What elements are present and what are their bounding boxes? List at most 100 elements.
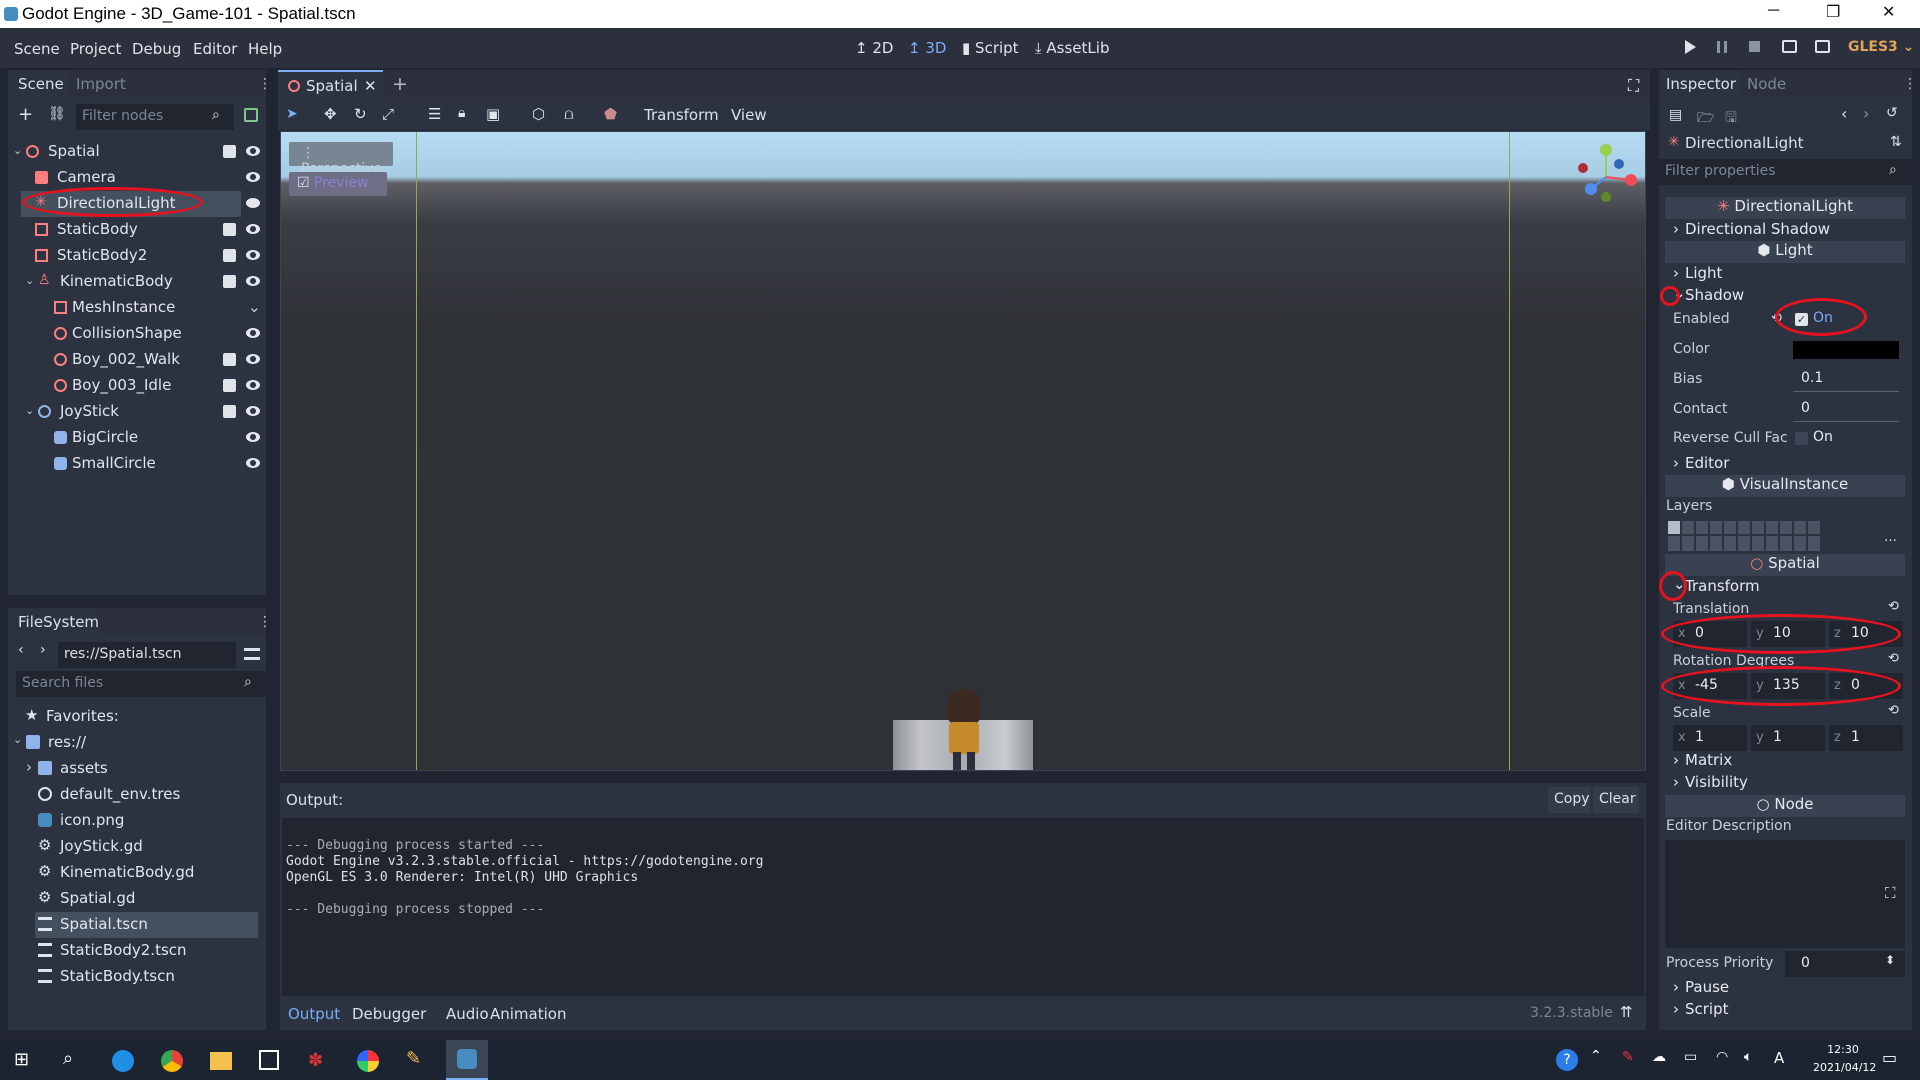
group-pause[interactable]: › Pause [1665,977,1905,999]
dock-menu-icon[interactable]: ⋮ [1903,76,1917,92]
close-tab-icon[interactable]: ✕ [364,77,377,95]
menu-project[interactable]: Project [70,40,121,58]
visibility-eye-icon[interactable] [246,276,260,286]
add-node-icon[interactable]: + [18,104,33,125]
save-icon[interactable]: 🖫 [1725,107,1737,131]
workspace-script-button[interactable]: ▮ Script [962,39,1019,57]
forward-icon[interactable]: › [40,642,46,658]
layer-1-active[interactable] [1668,521,1680,534]
visibility-eye-icon[interactable] [246,224,260,234]
revert-icon[interactable]: ⟲ [1888,703,1899,718]
help-icon[interactable]: ? [1556,1049,1578,1071]
favorites-item[interactable]: ★ Favorites: [8,704,263,730]
group-matrix[interactable]: › Matrix [1665,750,1905,772]
bottom-tab-debugger[interactable]: Debugger [352,1005,426,1023]
dock-menu-icon[interactable]: ⋮ [258,76,272,92]
move-tool-icon[interactable]: ✥ [324,105,337,123]
rotate-tool-icon[interactable]: ↻ [354,105,367,123]
notification-icon[interactable]: ▭ [1882,1048,1897,1067]
tree-node-bigcircle[interactable]: BigCircle [8,425,263,451]
object-properties-icon[interactable]: ⇅ [1890,134,1902,150]
dock-menu-icon[interactable]: ⋮ [258,614,272,630]
group-directional-shadow[interactable]: › Directional Shadow [1665,219,1905,241]
visibility-eye-icon[interactable] [246,432,260,442]
chevron-down-icon[interactable]: ⌄ [25,404,34,417]
scale-x-input[interactable]: x1 [1673,725,1747,751]
clock-date[interactable]: 2021/04/12 [1813,1061,1876,1074]
visibility-eye-icon[interactable] [246,172,260,182]
folder-res[interactable]: ⌄ res:// [8,730,263,756]
list-view-icon[interactable] [244,648,260,660]
file-default-env[interactable]: default_env.tres [8,782,263,808]
tab-inspector[interactable]: Inspector [1659,70,1739,98]
camera-override-icon[interactable]: ⬟ [604,105,617,123]
axis-gizmo[interactable] [1571,142,1641,212]
neg-y-handle[interactable] [1601,192,1611,202]
back-icon[interactable]: ‹ [18,642,24,658]
menu-scene[interactable]: Scene [14,40,60,58]
tab-node[interactable]: Node [1747,75,1786,93]
path-field[interactable]: res://Spatial.tscn [58,642,236,668]
instance-scene-icon[interactable] [244,108,258,122]
chevron-down-icon[interactable]: ⌄ [248,298,261,316]
tree-node-spatial[interactable]: ⌄ Spatial [8,139,263,165]
preview-checkbox[interactable]: ☑ Preview [289,172,387,196]
color-app-icon[interactable] [357,1050,379,1072]
search-files-input[interactable]: Search files ⌕ [16,671,266,697]
distraction-free-icon[interactable]: ⛶ [1628,76,1639,96]
scene-badge-icon[interactable] [223,249,236,262]
new-resource-icon[interactable]: ▤ [1669,107,1682,123]
scene-badge-icon[interactable] [223,379,236,392]
tree-node-staticbody[interactable]: StaticBody [8,217,263,243]
snap-icon[interactable]: ⩍ [564,105,574,123]
tree-node-collisionshape[interactable]: CollisionShape [8,321,263,347]
spinner-icon[interactable]: ⬍ [1885,953,1895,967]
app-red-icon[interactable]: ✽ [308,1050,323,1071]
tab-spatial[interactable]: Spatial ✕ [278,70,383,102]
chevron-up-icon[interactable]: ⌃ [1590,1048,1602,1064]
more-layers-icon[interactable]: … [1884,530,1897,545]
link-icon[interactable]: ⛓ [48,106,66,122]
script-badge-icon[interactable] [223,405,236,418]
tree-node-smallcircle[interactable]: SmallCircle [8,451,263,477]
pause-icon[interactable] [1717,41,1727,53]
visibility-eye-icon[interactable] [246,146,260,156]
stop-icon[interactable] [1749,41,1760,52]
tree-node-kinematicbody[interactable]: ⌄ ♙ KinematicBody [8,269,263,295]
tree-node-joystick[interactable]: ⌄ JoyStick [8,399,263,425]
expand-icon[interactable]: ⛶ [1885,884,1896,902]
edge-icon[interactable] [112,1050,134,1072]
script-badge-icon[interactable] [223,145,236,158]
expand-panel-icon[interactable]: ⇈ [1620,1003,1633,1021]
bottom-tab-animation[interactable]: Animation [490,1005,566,1023]
play-scene-icon[interactable] [1782,40,1797,53]
revert-icon[interactable]: ⟲ [1888,651,1899,666]
workspace-assetlib-button[interactable]: ⤓ AssetLib [1035,39,1109,57]
group-visibility[interactable]: › Visibility [1665,772,1905,794]
editor-description-input[interactable]: ⛶ [1665,840,1905,948]
reverse-cull-value[interactable]: On [1813,429,1833,445]
file-kinematicbody-gd[interactable]: ⚙ KinematicBody.gd [8,860,263,886]
volume-icon[interactable]: 🔈︎ [1744,1049,1752,1065]
file-staticbody-tscn[interactable]: StaticBody.tscn [8,964,263,990]
close-icon[interactable]: ✕ [1882,2,1895,22]
history-icon[interactable]: ↺ [1886,105,1898,121]
scale-y-input[interactable]: y1 [1751,725,1825,751]
bottom-tab-audio[interactable]: Audio [446,1005,489,1023]
wifi-icon[interactable]: ◠ [1716,1049,1728,1065]
file-joystick-gd[interactable]: ⚙ JoyStick.gd [8,834,263,860]
history-back-icon[interactable]: ‹ [1841,104,1847,123]
chevron-down-icon[interactable]: ⌄ [13,144,22,157]
lock-icon[interactable]: 🔒︎ [458,105,465,121]
file-spatial-tscn[interactable]: Spatial.tscn [35,912,258,938]
chevron-right-icon[interactable]: › [26,758,32,776]
file-explorer-icon[interactable] [210,1052,232,1070]
bottom-tab-output[interactable]: Output [288,1005,340,1023]
clock-time[interactable]: 12:30 [1813,1043,1873,1056]
output-log[interactable]: --- Debugging process started --- Godot … [282,818,1644,996]
file-icon-png[interactable]: icon.png [8,808,263,834]
select-tool-icon[interactable]: ➤ [286,106,298,122]
chevron-down-icon[interactable]: ⌄ [25,274,34,287]
search-icon[interactable]: ⌕ [63,1048,73,1069]
group-editor[interactable]: › Editor [1665,453,1905,475]
